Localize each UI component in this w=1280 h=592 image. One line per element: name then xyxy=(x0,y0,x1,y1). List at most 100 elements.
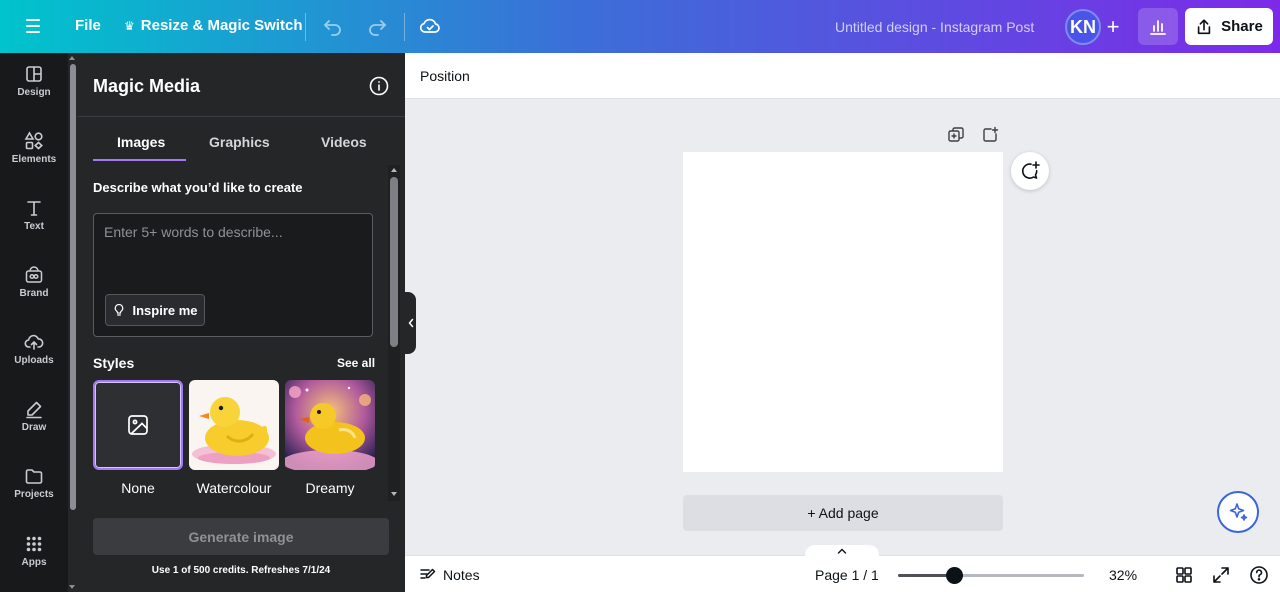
rail-label: Text xyxy=(24,221,44,232)
add-page-icon[interactable] xyxy=(981,126,999,144)
projects-icon xyxy=(25,469,43,484)
add-comment-button[interactable] xyxy=(1011,152,1049,190)
rail-item-projects[interactable]: Projects xyxy=(0,455,68,511)
insights-button[interactable] xyxy=(1138,8,1178,45)
active-tab-indicator xyxy=(93,159,186,161)
notes-icon xyxy=(420,568,436,579)
image-placeholder-icon xyxy=(128,415,148,435)
context-toolbar: Position xyxy=(405,53,1280,99)
inspire-label: Inspire me xyxy=(132,302,198,318)
share-button[interactable]: Share xyxy=(1185,8,1273,45)
style-card-watercolour[interactable] xyxy=(189,380,279,470)
rail-item-design[interactable]: Design xyxy=(0,53,68,109)
left-rail: Design Elements Text Brand Uploads Draw … xyxy=(0,53,68,592)
share-label: Share xyxy=(1221,18,1263,35)
info-icon[interactable] xyxy=(368,75,390,97)
panel-scrollbar-thumb[interactable] xyxy=(390,177,398,347)
scroll-down-arrow-icon[interactable] xyxy=(69,585,75,589)
panel-scrollbar[interactable] xyxy=(388,165,400,501)
magic-media-panel: Magic Media Images Graphics Videos Descr… xyxy=(77,53,405,592)
rail-item-text[interactable]: Text xyxy=(0,187,68,243)
sparkle-icon xyxy=(1229,503,1248,521)
elements-icon xyxy=(24,131,43,150)
styles-heading: Styles xyxy=(93,355,135,371)
design-page-canvas[interactable] xyxy=(683,152,1003,472)
tab-images[interactable]: Images xyxy=(117,134,165,150)
rail-label: Projects xyxy=(14,489,54,500)
plus-icon: + xyxy=(1106,14,1120,39)
style-card-none[interactable] xyxy=(93,380,183,470)
magic-assistant-button[interactable] xyxy=(1217,491,1259,533)
help-icon[interactable] xyxy=(1249,565,1269,585)
brand-icon xyxy=(25,266,43,283)
rail-item-uploads[interactable]: Uploads xyxy=(0,321,68,377)
notes-button[interactable]: Notes xyxy=(419,566,480,584)
cloud-saved-icon[interactable] xyxy=(418,14,442,38)
dreamy-duck-thumbnail xyxy=(285,380,375,470)
inspire-me-button[interactable]: Inspire me xyxy=(105,294,205,326)
comment-add-icon xyxy=(1021,161,1040,179)
rail-item-elements[interactable]: Elements xyxy=(0,120,68,176)
undo-icon[interactable] xyxy=(321,14,345,38)
uploads-icon xyxy=(24,334,44,350)
crown-icon: ♛ xyxy=(124,18,135,33)
panel-divider xyxy=(77,116,405,117)
top-bar: File ♛ Resize & Magic Switch Untitled de… xyxy=(0,0,1280,53)
main-menu-button[interactable] xyxy=(22,15,44,37)
see-all-link[interactable]: See all xyxy=(337,356,375,370)
share-upload-icon xyxy=(1197,18,1211,34)
style-name-none: None xyxy=(121,480,155,496)
collapse-panel-handle[interactable] xyxy=(405,292,416,354)
add-page-button[interactable]: + Add page xyxy=(683,495,1003,531)
credits-note: Use 1 of 500 credits. Refreshes 7/1/24 xyxy=(151,565,331,576)
zoom-level[interactable]: 32% xyxy=(1109,567,1137,583)
rail-label: Brand xyxy=(19,288,49,299)
resize-magic-switch-button[interactable]: ♛ Resize & Magic Switch xyxy=(124,17,302,34)
rail-item-apps[interactable]: Apps xyxy=(0,523,68,579)
describe-label: Describe what you’d like to create xyxy=(93,180,303,195)
tab-graphics[interactable]: Graphics xyxy=(209,134,270,150)
prompt-input[interactable] xyxy=(104,224,362,284)
position-button[interactable]: Position xyxy=(420,68,470,84)
rail-label: Apps xyxy=(21,557,47,568)
grid-view-icon[interactable] xyxy=(1174,565,1194,585)
generate-image-button[interactable]: Generate image xyxy=(93,518,389,555)
style-name-watercolour: Watercolour xyxy=(196,480,272,496)
toolbar-divider xyxy=(305,13,306,41)
rail-label: Draw xyxy=(21,422,47,433)
notes-label: Notes xyxy=(443,567,480,583)
design-icon xyxy=(26,66,42,82)
scroll-up-arrow-icon[interactable] xyxy=(391,168,397,172)
rail-label: Design xyxy=(17,87,51,98)
zoom-slider-handle[interactable] xyxy=(946,567,963,584)
redo-icon[interactable] xyxy=(365,14,389,38)
fullscreen-icon[interactable] xyxy=(1211,565,1231,585)
lightbulb-icon xyxy=(115,303,124,316)
design-title[interactable]: Untitled design - Instagram Post xyxy=(835,19,1034,35)
prompt-box: Inspire me xyxy=(93,213,373,337)
chevron-up-icon xyxy=(837,548,847,554)
tab-videos[interactable]: Videos xyxy=(321,134,367,150)
duplicate-page-icon[interactable] xyxy=(947,126,965,144)
file-menu-button[interactable]: File xyxy=(75,17,101,34)
user-avatar[interactable]: KN xyxy=(1065,9,1101,45)
watercolour-duck-thumbnail xyxy=(189,380,279,470)
scroll-down-arrow-icon[interactable] xyxy=(391,492,397,496)
page-strip-toggle[interactable] xyxy=(805,545,879,557)
invite-plus-button[interactable]: + xyxy=(1098,9,1128,45)
bar-chart-icon xyxy=(1150,19,1166,35)
rail-item-brand[interactable]: Brand xyxy=(0,254,68,310)
rail-item-draw[interactable]: Draw xyxy=(0,388,68,444)
toolbar-divider xyxy=(404,13,405,41)
scroll-up-arrow-icon[interactable] xyxy=(69,56,75,60)
text-icon xyxy=(27,201,41,216)
zoom-slider[interactable] xyxy=(898,567,1084,584)
apps-icon xyxy=(26,536,42,552)
style-card-dreamy[interactable] xyxy=(285,380,375,470)
rail-label: Uploads xyxy=(14,355,54,366)
hamburger-icon xyxy=(26,19,40,21)
page-indicator[interactable]: Page 1 / 1 xyxy=(815,567,879,583)
rail-label: Elements xyxy=(11,154,57,165)
panel-title: Magic Media xyxy=(93,76,201,96)
rail-scrollbar-thumb[interactable] xyxy=(70,64,76,510)
